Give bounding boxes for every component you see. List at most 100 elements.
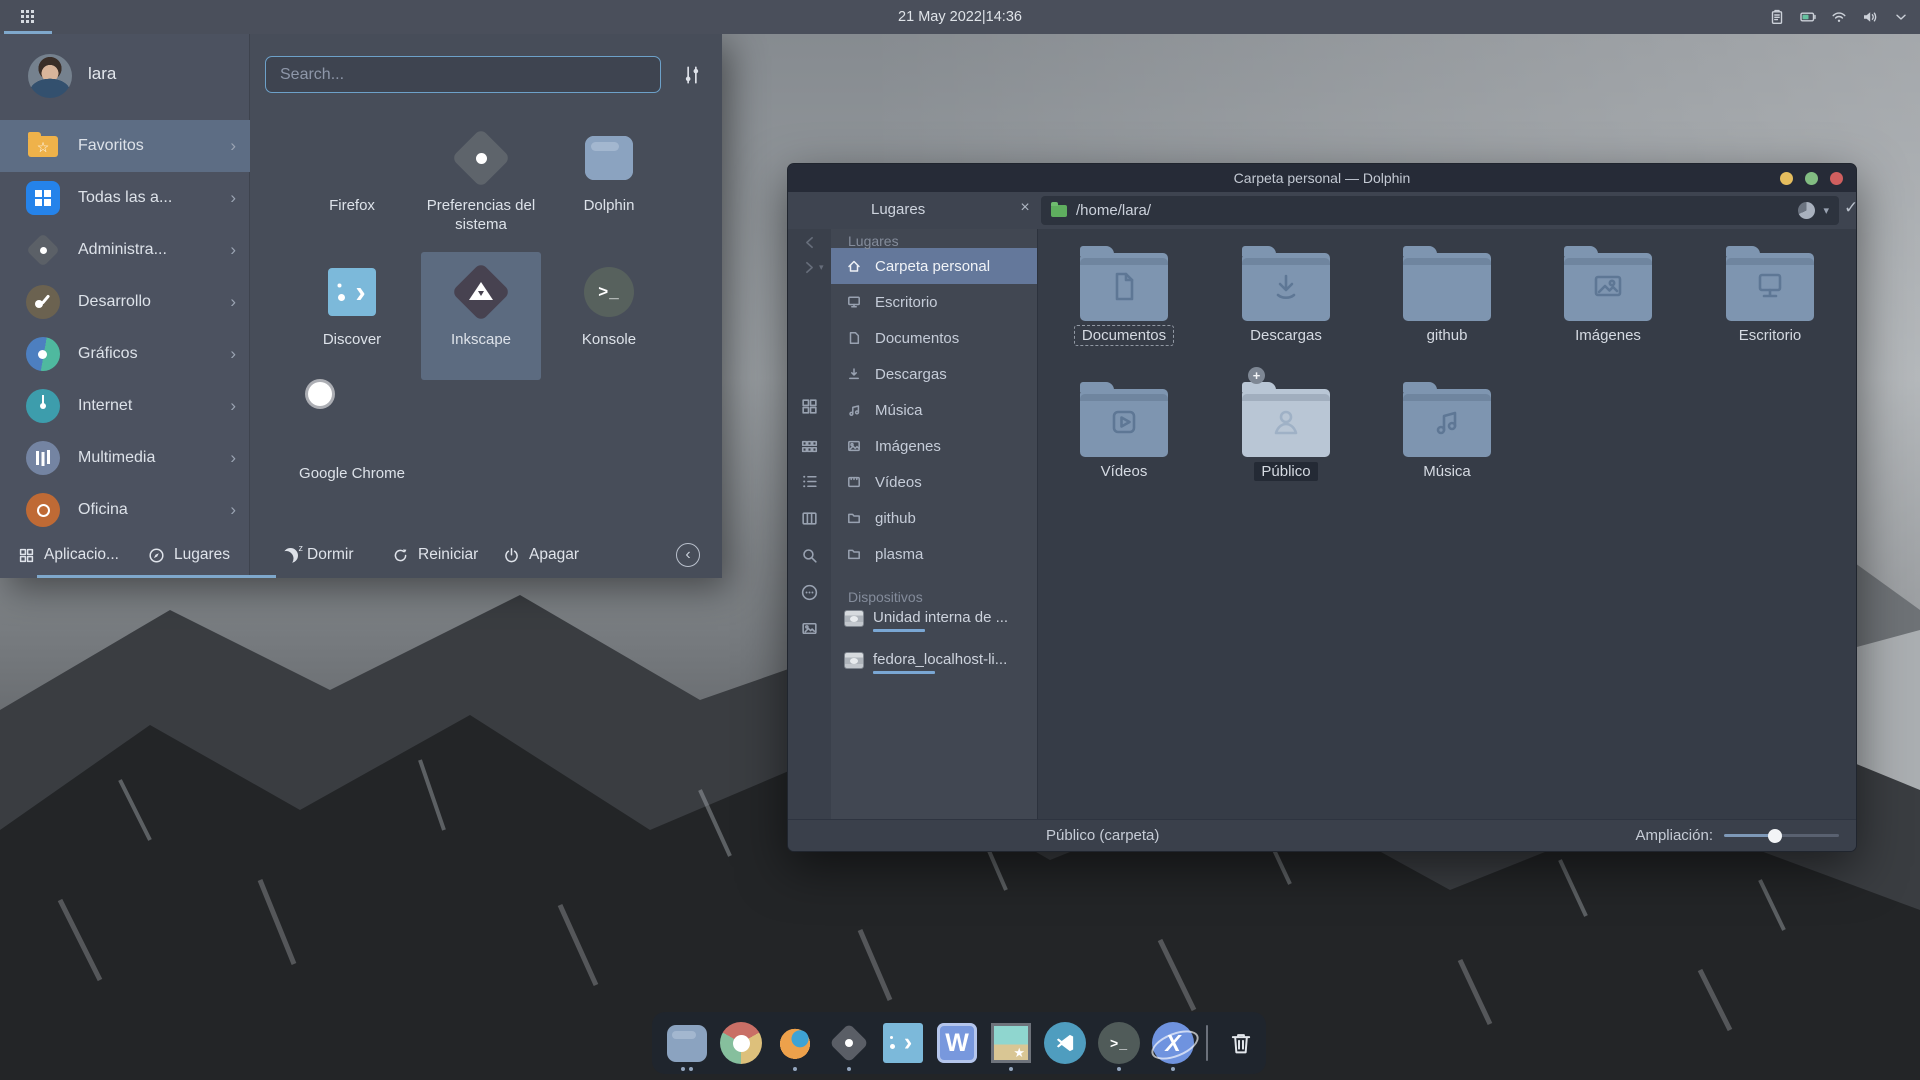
dock-discover[interactable]: › — [882, 1022, 924, 1064]
dock-xorg[interactable]: X — [1152, 1022, 1194, 1064]
places-panel-close-icon[interactable]: × — [1016, 199, 1034, 217]
device-fedora-localhost[interactable]: fedora_localhost-li... — [831, 650, 1037, 688]
panel-clock[interactable]: 21 May 2022|14:36 — [898, 0, 1022, 34]
details-view-button[interactable] — [800, 472, 819, 491]
folder-github[interactable]: github — [1377, 243, 1517, 345]
compact-view-button[interactable] — [800, 437, 819, 456]
place-escritorio[interactable]: Escritorio — [831, 284, 1037, 320]
download-glyph-icon — [1266, 266, 1306, 306]
firefox-icon — [774, 1022, 816, 1064]
dock-writer[interactable]: W — [936, 1022, 978, 1064]
dock-vscode[interactable] — [1044, 1022, 1086, 1064]
place-documentos[interactable]: Documentos — [831, 320, 1037, 356]
sidebar-item-administracion[interactable]: Administra... › — [0, 224, 250, 276]
place-carpeta-personal[interactable]: Carpeta personal — [831, 248, 1037, 284]
sidebar-item-oficina[interactable]: Oficina › — [0, 484, 250, 532]
dolphin-window: Carpeta personal — Dolphin Lugares × /ho… — [787, 163, 1857, 852]
favorite-firefox[interactable]: Firefox — [292, 118, 412, 246]
sidebar-item-multimedia[interactable]: Multimedia › — [0, 432, 250, 484]
favorite-discover[interactable]: › Discover — [292, 252, 412, 380]
folder-descargas[interactable]: Descargas — [1216, 243, 1356, 345]
configure-launcher-button[interactable] — [681, 64, 703, 86]
capacity-bar — [873, 629, 925, 632]
location-bar[interactable]: /home/lara/ ▾ — [1041, 196, 1839, 225]
place-plasma[interactable]: plasma — [831, 536, 1037, 572]
preview-button[interactable] — [800, 619, 819, 638]
restart-button[interactable]: Reiniciar — [392, 532, 478, 578]
place-github[interactable]: github — [831, 500, 1037, 536]
hard-drive-icon — [844, 652, 864, 669]
battery-icon[interactable] — [1799, 8, 1817, 26]
close-button[interactable] — [1830, 172, 1843, 185]
dock-system-settings[interactable] — [828, 1022, 870, 1064]
sidebar-item-graficos[interactable]: Gráficos › — [0, 328, 250, 380]
user-name: lara — [88, 64, 116, 84]
user-avatar[interactable] — [28, 54, 72, 98]
network-wifi-icon[interactable] — [1830, 8, 1848, 26]
zoom-slider[interactable] — [1724, 834, 1839, 837]
folder-escritorio[interactable]: Escritorio — [1700, 243, 1840, 345]
path-dropdown-caret-icon[interactable]: ▾ — [1823, 204, 1829, 217]
chevron-right-icon: › — [230, 448, 236, 468]
dock-konsole[interactable]: >_ — [1098, 1022, 1140, 1064]
place-videos[interactable]: Vídeos — [831, 464, 1037, 500]
trash-icon — [1227, 1029, 1255, 1057]
zoom-slider-handle[interactable] — [1768, 829, 1782, 843]
favorite-konsole[interactable]: >_ Konsole — [549, 252, 669, 380]
application-launcher-button[interactable] — [0, 0, 56, 34]
search-button[interactable] — [800, 546, 819, 565]
vscode-icon — [1044, 1022, 1086, 1064]
minimize-button[interactable] — [1780, 172, 1793, 185]
clipboard-icon[interactable] — [1768, 8, 1786, 26]
section-dispositivos: Dispositivos — [831, 587, 1037, 604]
dock-trash[interactable] — [1220, 1022, 1262, 1064]
video-icon — [846, 474, 862, 490]
favorite-google-chrome[interactable]: Google Chrome — [292, 386, 412, 514]
tab-aplicaciones[interactable]: Aplicacio... — [18, 532, 119, 578]
dock-chrome[interactable] — [720, 1022, 762, 1064]
search-input[interactable] — [265, 56, 661, 93]
home-icon — [846, 258, 862, 274]
folder-publico[interactable]: + Público — [1216, 379, 1356, 481]
dock-separator — [1206, 1025, 1208, 1061]
tray-expand-chevron-icon[interactable] — [1892, 8, 1910, 26]
copy-plus-badge: + — [1248, 367, 1265, 384]
collapse-sidebar-button[interactable]: ‹ — [676, 543, 700, 567]
folder-videos[interactable]: Vídeos — [1054, 379, 1194, 481]
green-folder-icon — [1051, 205, 1067, 217]
sidebar-item-favoritos[interactable]: ☆ Favoritos › — [0, 120, 250, 172]
folder-documentos[interactable]: Documentos — [1054, 243, 1194, 345]
folder-musica[interactable]: Música — [1377, 379, 1517, 481]
dock-gwenview[interactable]: ★ — [990, 1022, 1032, 1064]
folder-view[interactable]: Documentos Descargas github Imágene — [1038, 229, 1856, 819]
shutdown-button[interactable]: Apagar — [503, 532, 579, 578]
path-confirm-check-icon[interactable]: ✓ — [1844, 198, 1857, 218]
dolphin-titlebar[interactable]: Carpeta personal — Dolphin — [788, 164, 1856, 192]
sleep-button[interactable]: z Dormir — [283, 532, 354, 578]
place-descargas[interactable]: Descargas — [831, 356, 1037, 392]
favorite-inkscape[interactable]: Inkscape — [421, 252, 541, 380]
place-imagenes[interactable]: Imágenes — [831, 428, 1037, 464]
device-unidad-interna[interactable]: Unidad interna de ... — [831, 608, 1037, 646]
more-options-button[interactable] — [800, 583, 819, 602]
tab-lugares[interactable]: Lugares — [148, 532, 230, 578]
document-glyph-icon — [1104, 266, 1144, 306]
dock-firefox[interactable] — [774, 1022, 816, 1064]
sidebar-item-desarrollo[interactable]: Desarrollo › — [0, 276, 250, 328]
favorite-preferencias-del-sistema[interactable]: Preferencias del sistema — [421, 118, 541, 246]
back-button[interactable] — [800, 233, 819, 252]
icons-view-button[interactable] — [800, 397, 819, 416]
forward-button[interactable] — [800, 258, 819, 277]
free-space-icon[interactable] — [1798, 202, 1815, 219]
folder-imagenes[interactable]: Imágenes — [1538, 243, 1678, 345]
favorite-dolphin[interactable]: Dolphin — [549, 118, 669, 246]
split-view-button[interactable] — [800, 509, 819, 528]
maximize-button[interactable] — [1805, 172, 1818, 185]
place-musica[interactable]: Música — [831, 392, 1037, 428]
history-caret-icon[interactable]: ▾ — [819, 262, 824, 273]
volume-icon[interactable] — [1861, 8, 1879, 26]
sidebar-item-todas-las-aplicaciones[interactable]: Todas las a... › — [0, 172, 250, 224]
dock-dolphin[interactable] — [666, 1022, 708, 1064]
sidebar-item-internet[interactable]: Internet › — [0, 380, 250, 432]
dock: › W ★ >_ X — [652, 1012, 1266, 1074]
